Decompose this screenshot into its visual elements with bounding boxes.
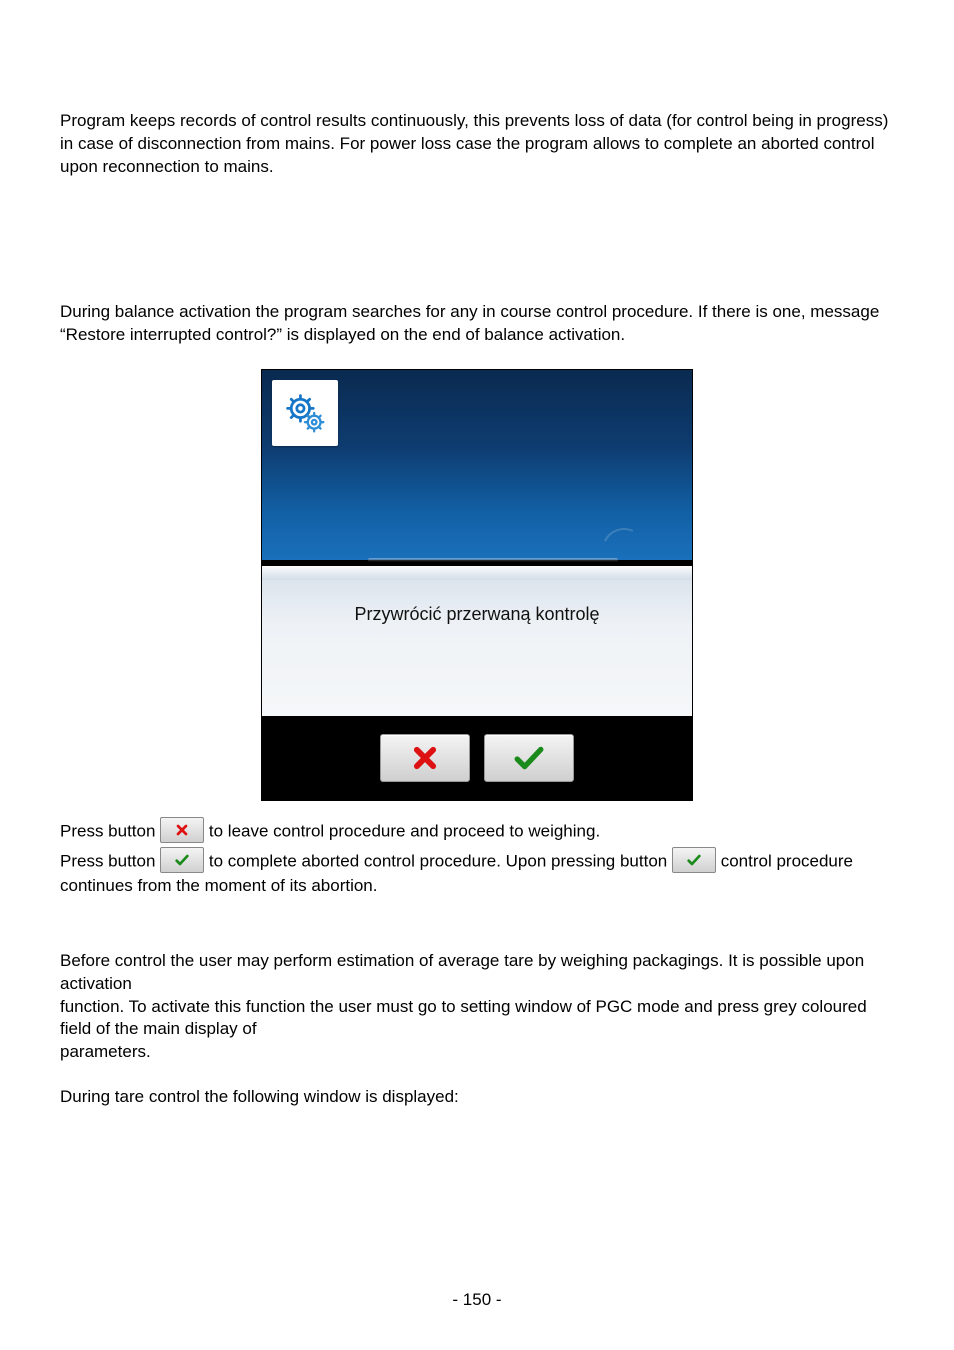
paragraph-average-tare-2: function. To activate this function the … xyxy=(60,996,894,1042)
inline-confirm-button[interactable] xyxy=(160,847,204,873)
gear-icon xyxy=(283,391,327,435)
press-confirm-text-b: to complete aborted control procedure. U… xyxy=(209,851,672,870)
paragraph-average-tare-3: parameters. xyxy=(60,1041,894,1064)
dialog-cancel-button[interactable] xyxy=(380,734,470,782)
paragraph-activation: During balance activation the program se… xyxy=(60,301,894,347)
dialog-message: Przywrócić przerwaną kontrolę xyxy=(262,604,692,625)
paragraph-records: Program keeps records of control results… xyxy=(60,110,894,179)
cross-icon xyxy=(411,744,439,772)
inline-confirm-button-2[interactable] xyxy=(672,847,716,873)
paragraph-tare-window: During tare control the following window… xyxy=(60,1086,894,1109)
press-cancel-text-b: to leave control procedure and proceed t… xyxy=(209,821,600,840)
page-number: - 150 - xyxy=(0,1290,954,1310)
check-icon xyxy=(174,852,190,868)
check-icon xyxy=(686,852,702,868)
press-confirm-text-a: Press button xyxy=(60,851,160,870)
press-cancel-text-a: Press button xyxy=(60,821,160,840)
settings-icon-button[interactable] xyxy=(272,380,338,446)
progress-strip xyxy=(368,558,618,562)
dialog-panel: Przywrócić przerwaną kontrolę xyxy=(262,566,692,716)
inline-cancel-button[interactable] xyxy=(160,817,204,843)
check-icon xyxy=(514,744,544,772)
dialog-confirm-button[interactable] xyxy=(484,734,574,782)
screenshot-figure: Przywrócić przerwaną kontrolę xyxy=(60,369,894,801)
cross-icon xyxy=(174,822,190,838)
paragraph-average-tare-1: Before control the user may perform esti… xyxy=(60,950,894,996)
